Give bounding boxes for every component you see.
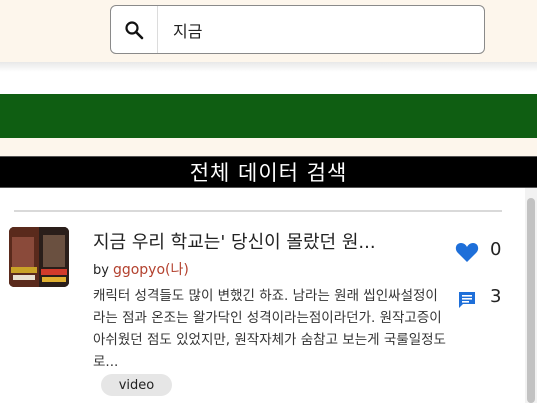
like-count: 0 bbox=[490, 239, 502, 260]
tag-chip[interactable]: video bbox=[101, 374, 172, 396]
by-label: by bbox=[93, 263, 109, 278]
author-link[interactable]: ggopyo(나) bbox=[113, 262, 189, 278]
result-thumbnail[interactable] bbox=[9, 227, 69, 287]
scrollbar-thumb[interactable] bbox=[527, 198, 535, 403]
results-panel: 지금 우리 학교는' 당신이 몰랐던 원... by ggopyo(나) 캐릭터 … bbox=[0, 188, 525, 403]
comment-icon[interactable] bbox=[457, 290, 477, 310]
top-bar bbox=[0, 0, 537, 62]
page-title: 전체 데이터 검색 bbox=[189, 161, 348, 185]
divider bbox=[14, 210, 502, 212]
search-input[interactable] bbox=[173, 16, 468, 44]
header-shadow bbox=[0, 62, 537, 94]
heart-icon[interactable] bbox=[455, 241, 479, 263]
result-title[interactable]: 지금 우리 학교는' 당신이 몰랐던 원... bbox=[93, 228, 403, 254]
green-banner bbox=[0, 94, 537, 138]
page-title-bar: 전체 데이터 검색 bbox=[0, 156, 537, 188]
byline: by ggopyo(나) bbox=[93, 259, 189, 279]
search-icon bbox=[125, 20, 144, 39]
search-box[interactable] bbox=[110, 5, 485, 54]
comment-count: 3 bbox=[490, 286, 502, 307]
search-button[interactable] bbox=[111, 6, 158, 53]
thumbnail-image bbox=[9, 227, 69, 287]
result-excerpt: 캐릭터 성격들도 많이 변했긴 하죠. 남라는 원래 씹인싸설정이라는 점과 온… bbox=[93, 288, 446, 370]
header-spacer bbox=[0, 138, 537, 156]
